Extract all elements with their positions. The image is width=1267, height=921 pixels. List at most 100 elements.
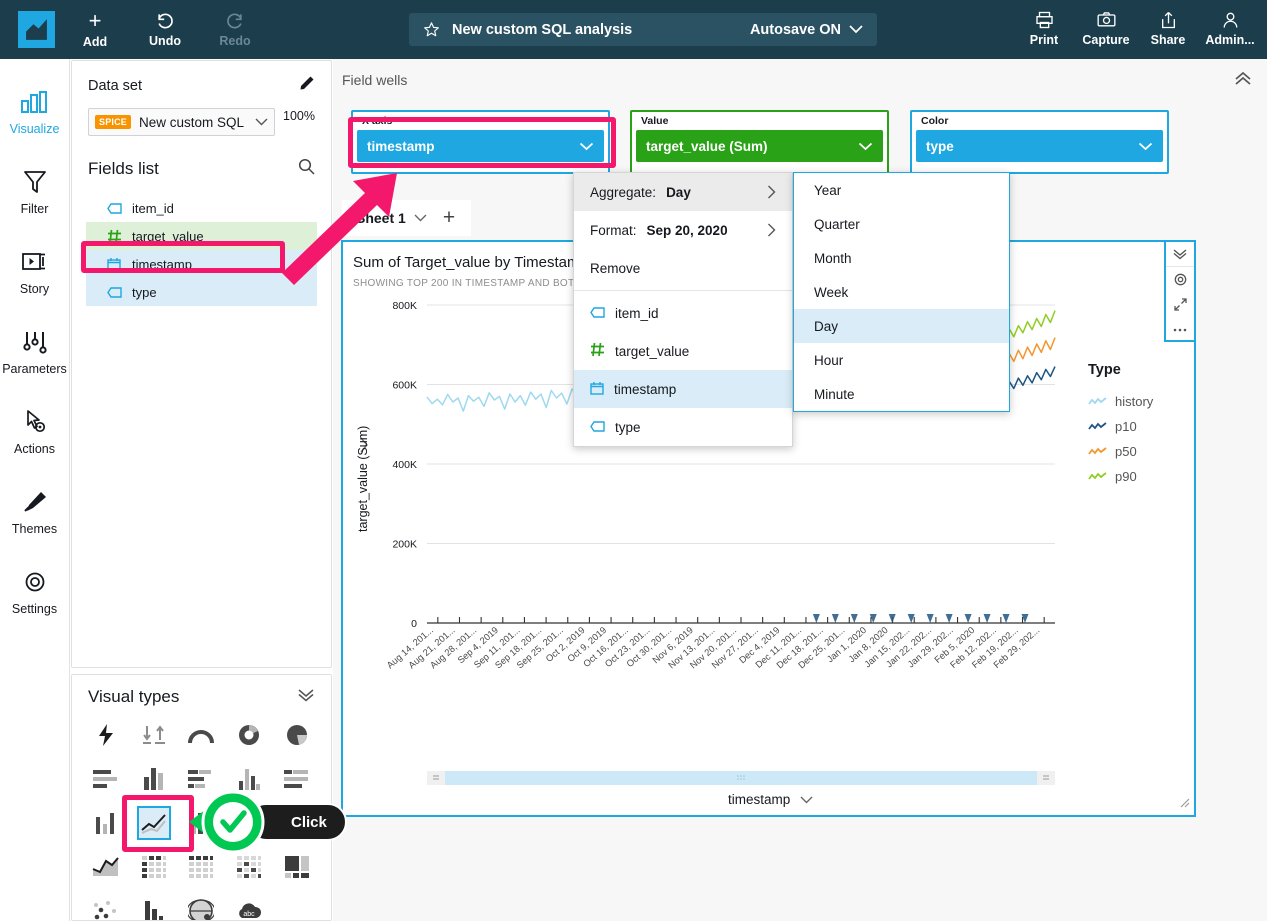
visual-type-kpi-icon[interactable] bbox=[130, 713, 178, 757]
submenu-label: Quarter bbox=[814, 216, 860, 232]
top-toolbar: + Add Undo Redo New custom SQL analysis … bbox=[0, 0, 1267, 59]
field-label: type bbox=[132, 284, 157, 300]
sidebar-item-story[interactable]: Story bbox=[0, 231, 69, 311]
undo-icon bbox=[158, 13, 173, 29]
chevron-down-icon bbox=[414, 214, 427, 222]
sidebar-item-label: Filter bbox=[20, 201, 49, 216]
visual-type-tree-map-icon[interactable] bbox=[273, 845, 321, 889]
chevron-double-up-icon[interactable] bbox=[1233, 71, 1253, 92]
submenu-item-minute[interactable]: Minute bbox=[794, 377, 1009, 411]
chevron-right-icon bbox=[768, 185, 776, 199]
submenu-item-month[interactable]: Month bbox=[794, 241, 1009, 275]
menu-item-format-label: Format: bbox=[590, 222, 637, 238]
sidebar-item-settings[interactable]: Settings bbox=[0, 551, 69, 631]
legend-item-p10[interactable]: p10 bbox=[1088, 414, 1153, 439]
pencil-icon[interactable] bbox=[299, 75, 315, 96]
autosave-toggle[interactable]: Autosave ON bbox=[750, 22, 863, 38]
visual-type-autograph-icon[interactable] bbox=[82, 713, 130, 757]
share-button[interactable]: Share bbox=[1137, 2, 1199, 54]
field-pill-type[interactable]: type bbox=[916, 130, 1163, 162]
add-button[interactable]: + Add bbox=[65, 4, 125, 56]
visual-resize-handle[interactable] bbox=[1178, 795, 1190, 813]
share-icon bbox=[1161, 11, 1175, 28]
menu-item-aggregate[interactable]: Aggregate: Day bbox=[574, 173, 792, 211]
add-sheet-button[interactable]: + bbox=[427, 200, 471, 236]
share-label: Share bbox=[1150, 32, 1186, 47]
field-pill-target_value[interactable]: target_value (Sum) bbox=[636, 130, 883, 162]
string-field-icon bbox=[106, 202, 122, 214]
submenu-item-hour[interactable]: Hour bbox=[794, 343, 1009, 377]
field-well-value[interactable]: Value target_value (Sum) bbox=[630, 110, 889, 174]
quicksight-logo-icon[interactable] bbox=[18, 11, 55, 48]
dataset-selector[interactable]: SPICE New custom SQL bbox=[88, 108, 276, 136]
dataset-heading: Data set bbox=[88, 77, 142, 94]
menu-item-remove[interactable]: Remove bbox=[574, 249, 792, 287]
menu-item-format[interactable]: Format: Sep 20, 2020 bbox=[574, 211, 792, 249]
print-button[interactable]: Print bbox=[1013, 2, 1075, 54]
highlight-box-timestamp-field bbox=[81, 241, 285, 273]
admin-button[interactable]: Admin... bbox=[1199, 2, 1261, 54]
dataset-fields-panel: Data set SPICE New custom SQL 100% Field… bbox=[71, 60, 332, 668]
visual-type-pie-chart-icon[interactable] bbox=[273, 713, 321, 757]
undo-button-label: Undo bbox=[149, 34, 181, 48]
sidebar-item-visualize[interactable]: Visualize bbox=[0, 71, 69, 151]
visual-type-stacked-bar-100-icon[interactable] bbox=[273, 757, 321, 801]
user-icon bbox=[1223, 12, 1237, 28]
star-outline-icon[interactable] bbox=[423, 21, 440, 38]
legend-item-p90[interactable]: p90 bbox=[1088, 464, 1153, 489]
sidebar-item-themes[interactable]: Themes bbox=[0, 471, 69, 551]
submenu-item-day[interactable]: Day bbox=[794, 309, 1009, 343]
print-label: Print bbox=[1029, 32, 1059, 47]
redo-button[interactable]: Redo bbox=[205, 4, 265, 56]
tab-sheet-1[interactable]: Sheet 1 bbox=[342, 200, 441, 236]
sidebar-item-parameters[interactable]: Parameters bbox=[0, 311, 69, 391]
field-well-color[interactable]: Color type bbox=[910, 110, 1169, 174]
legend-item-p50[interactable]: p50 bbox=[1088, 439, 1153, 464]
cursor-gear-icon bbox=[22, 407, 48, 437]
legend-item-history[interactable]: history bbox=[1088, 389, 1153, 414]
submenu-item-year[interactable]: Year bbox=[794, 173, 1009, 207]
visual-type-funnel-icon-2[interactable] bbox=[130, 889, 178, 920]
menu-item-aggregate-label: Aggregate: bbox=[590, 184, 657, 200]
sidebar-item-actions[interactable]: Actions bbox=[0, 391, 69, 471]
search-icon[interactable] bbox=[298, 158, 315, 180]
number-field-icon bbox=[590, 342, 605, 360]
sidebar-item-label: Settings bbox=[11, 601, 58, 616]
visual-type-donut-chart-icon[interactable] bbox=[225, 713, 273, 757]
visual-type-geospatial-icon[interactable] bbox=[178, 889, 226, 920]
visual-type-gauge-icon[interactable] bbox=[178, 713, 226, 757]
submenu-item-quarter[interactable]: Quarter bbox=[794, 207, 1009, 241]
menu-field-type[interactable]: type bbox=[574, 408, 792, 446]
paintbrush-icon bbox=[21, 487, 48, 517]
legend-label: p50 bbox=[1115, 444, 1137, 459]
chart-horizontal-scrollbar[interactable] bbox=[427, 771, 1055, 785]
visual-types-header: Visual types bbox=[72, 675, 331, 713]
submenu-item-week[interactable]: Week bbox=[794, 275, 1009, 309]
field-item-item_id[interactable]: item_id bbox=[86, 194, 317, 222]
menu-field-target_value[interactable]: target_value bbox=[574, 332, 792, 370]
visual-types-heading: Visual types bbox=[88, 687, 180, 706]
analysis-title-bar[interactable]: New custom SQL analysis Autosave ON bbox=[409, 13, 877, 46]
scrollbar-right-handle[interactable] bbox=[1037, 771, 1055, 785]
chevron-down-icon bbox=[800, 792, 813, 807]
aggregate-submenu: Year Quarter Month Week Day Hour Minute bbox=[793, 172, 1010, 412]
scrollbar-thumb[interactable] bbox=[445, 771, 1037, 785]
admin-label: Admin... bbox=[1205, 32, 1255, 47]
visual-type-word-cloud-icon[interactable]: abc bbox=[225, 889, 273, 920]
menu-field-timestamp[interactable]: timestamp bbox=[574, 370, 792, 408]
sidebar-item-filter[interactable]: Filter bbox=[0, 151, 69, 231]
field-item-type[interactable]: type bbox=[86, 278, 317, 306]
menu-field-item_id[interactable]: item_id bbox=[574, 294, 792, 332]
svg-text:abc: abc bbox=[244, 911, 256, 918]
submenu-label: Year bbox=[814, 182, 842, 198]
chevron-double-down-icon[interactable] bbox=[297, 688, 315, 707]
submenu-label: Day bbox=[814, 318, 839, 334]
visual-type-empty bbox=[273, 889, 321, 920]
undo-button[interactable]: Undo bbox=[135, 4, 195, 56]
capture-button[interactable]: Capture bbox=[1075, 2, 1137, 54]
visual-type-scatter-plot-icon[interactable] bbox=[82, 889, 130, 920]
x-axis-footer[interactable]: timestamp bbox=[343, 792, 1198, 807]
dataset-header: Data set bbox=[88, 75, 315, 96]
scrollbar-left-handle[interactable] bbox=[427, 771, 445, 785]
string-field-icon bbox=[590, 306, 605, 321]
